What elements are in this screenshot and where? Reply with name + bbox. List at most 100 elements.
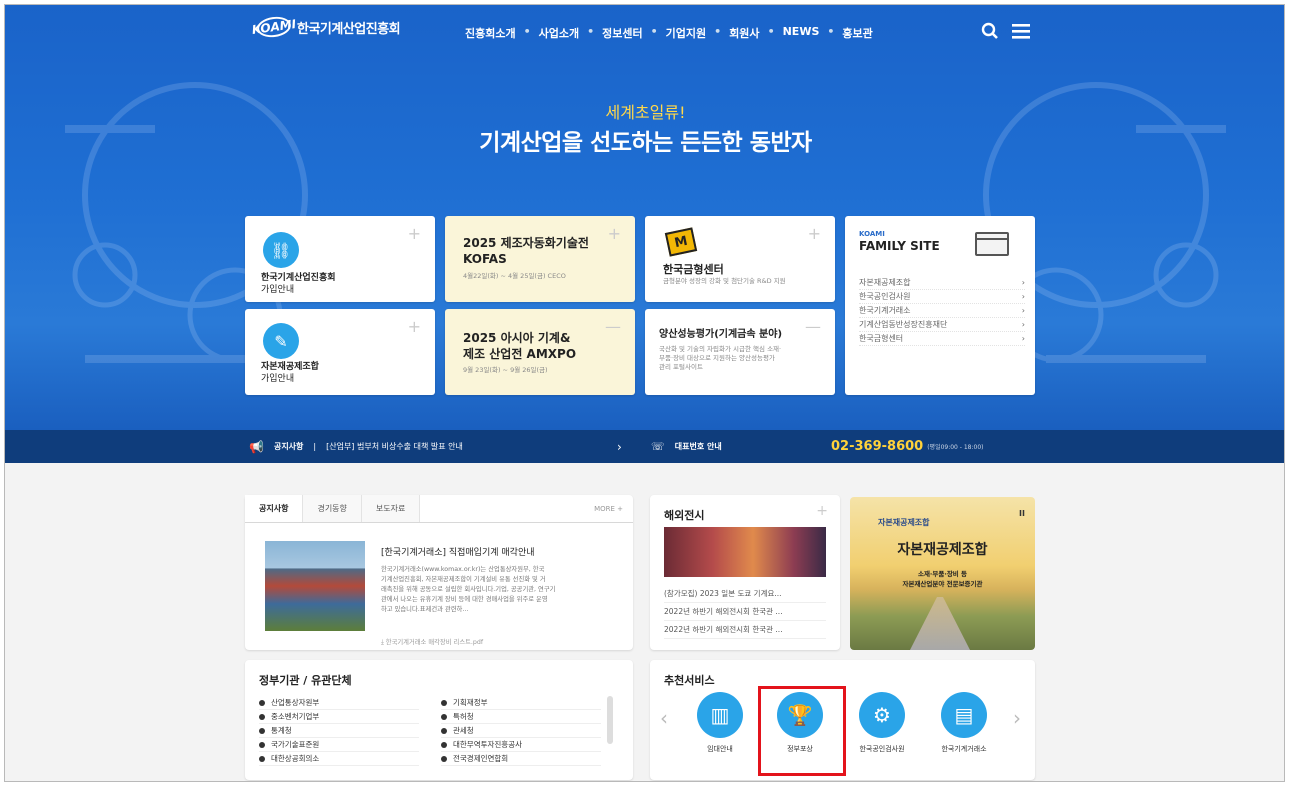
- nav-item-pr[interactable]: 홍보관: [834, 25, 880, 41]
- card-desc: 4월22일(화) ~ 4월 25일(금) CECO: [463, 272, 566, 280]
- hero-subtitle: 세계초일류!: [605, 103, 686, 122]
- tab-press-release[interactable]: 보도자료: [361, 495, 421, 522]
- org-link[interactable]: 중소벤처기업부: [259, 710, 419, 724]
- org-link[interactable]: 국가기술표준원: [259, 738, 419, 752]
- plus-icon: —: [605, 317, 621, 336]
- card-desc-line: 부품·장비 대상으로 지원하는 양산성능평가: [659, 354, 775, 362]
- chevron-left-icon[interactable]: ‹: [660, 706, 668, 730]
- card-desc: 9월 23일(화) ~ 9월 26일(금): [463, 366, 548, 374]
- nav-item-business[interactable]: 사업소개: [531, 25, 587, 41]
- pause-icon[interactable]: II: [1019, 509, 1025, 518]
- machine-exchange-icon: ▤: [941, 692, 987, 738]
- nav-item-company-support[interactable]: 기업지원: [658, 25, 714, 41]
- tab-economic-trends[interactable]: 경기동향: [303, 495, 362, 522]
- mold-center-logo-icon: M: [664, 227, 698, 257]
- wrench-icon: ✎: [263, 323, 299, 359]
- card-sublabel: 가입안내: [261, 285, 295, 295]
- overseas-item[interactable]: 2022년 하반기 해외전시회 한국관 ...: [664, 621, 826, 639]
- notice-text[interactable]: [산업부] 범부처 비상수출 대책 발표 안내: [326, 441, 463, 452]
- window-icon: [975, 232, 1009, 256]
- banner-subtitle: 소재·부품·장비 등 자본재산업분야 전문보증기관: [850, 569, 1035, 589]
- banner-logo: 자본재공제조합: [878, 518, 930, 527]
- tab-notice[interactable]: 공지사항: [245, 495, 304, 522]
- news-tabs: 공지사항 경기동향 보도자료 MORE +: [245, 495, 633, 523]
- org-link[interactable]: 전국경제인연합회: [441, 752, 601, 766]
- card-title: 한국금형센터: [663, 263, 724, 276]
- card-desc: 금형분야 성장의 강화 및 첨단기술 R&D 지원: [663, 277, 786, 285]
- orgs-panel: 정부기관 / 유관단체 산업통상자원부 중소벤처기업부 통계청 국가기술표준원 …: [245, 660, 633, 780]
- news-desc-line: 기계산업진흥회, 자본재공제조합이 기계설비 유통 선진화 및 거: [381, 576, 546, 583]
- quick-card-koami-join[interactable]: + ⛓ 한국기계산업진흥회 가입안내: [245, 216, 435, 302]
- family-site-item[interactable]: 한국금형센터 ›: [859, 332, 1025, 346]
- overseas-item[interactable]: 2022년 하반기 해외전시회 한국관 ...: [664, 603, 826, 621]
- browser-viewport: KOAMI 한국기계산업진흥회 진흥회소개 • 사업소개 • 정보센터 • 기업지원 •…: [4, 4, 1285, 782]
- overseas-image[interactable]: [664, 527, 826, 577]
- quick-card-kofas[interactable]: + 2025 제조자동화기술전 KOFAS 4월22일(화) ~ 4월 25일(…: [445, 216, 635, 302]
- koami-logo-mark: KOAMI: [251, 14, 297, 40]
- news-title[interactable]: [한국기계거래소] 직접매입기계 매각안내: [381, 545, 535, 558]
- quick-card-mass-production-eval[interactable]: — 양산성능평가(기계금속 분야) 국산화 및 기술의 자립화가 시급한 핵심 …: [645, 309, 835, 395]
- plus-icon: +: [807, 224, 821, 243]
- notice-bar: 📢 공지사항 | [산업부] 범부처 비상수출 대책 발표 안내 › ☏ 대표번…: [5, 430, 1284, 463]
- news-desc: 한국기계거래소(www.komax.or.kr)는 산업통상자원부, 한국 기계…: [381, 565, 611, 615]
- main-nav: 진흥회소개 • 사업소개 • 정보센터 • 기업지원 • 회원사 • NEWS • 홍보관: [457, 25, 881, 41]
- card-sublabel: 가입안내: [261, 374, 295, 384]
- family-site-item[interactable]: 자본재공제조합 ›: [859, 276, 1025, 290]
- notice-ticker[interactable]: 📢 공지사항 | [산업부] 범부처 비상수출 대책 발표 안내: [249, 430, 463, 463]
- org-link[interactable]: 통계청: [259, 724, 419, 738]
- org-link[interactable]: 관세청: [441, 724, 601, 738]
- quick-card-mold-center[interactable]: + M 한국금형센터 금형분야 성장의 강화 및 첨단기술 R&D 지원: [645, 216, 835, 302]
- banner-subtitle-line: 자본재산업분야 전문보증기관: [902, 580, 983, 588]
- orgs-list-left: 산업통상자원부 중소벤처기업부 통계청 국가기술표준원 대한상공회의소: [259, 696, 419, 766]
- service-inspection[interactable]: ⚙ 한국공인검사원: [846, 692, 918, 754]
- overseas-item[interactable]: (참가모집) 2023 일본 도쿄 기계요...: [664, 585, 826, 603]
- card-title: 양산성능평가(기계금속 분야): [659, 329, 783, 340]
- service-label: 한국공인검사원: [859, 745, 905, 753]
- search-icon[interactable]: [981, 22, 999, 40]
- nav-item-members[interactable]: 회원사: [721, 25, 767, 41]
- services-title: 추천서비스: [664, 674, 715, 687]
- hero-section: KOAMI 한국기계산업진흥회 진흥회소개 • 사업소개 • 정보센터 • 기업지원 •…: [5, 5, 1284, 430]
- nav-item-about[interactable]: 진흥회소개: [457, 25, 524, 41]
- hero-title: 기계산업을 선도하는 든든한 동반자: [479, 130, 812, 156]
- menu-icon[interactable]: [1011, 22, 1031, 40]
- org-link[interactable]: 산업통상자원부: [259, 696, 419, 710]
- family-site-item[interactable]: 기계산업동반성장진흥재단 ›: [859, 318, 1025, 332]
- news-panel: 공지사항 경기동향 보도자료 MORE + [한국기계거래소] 직접매입기계 매…: [245, 495, 633, 650]
- card-title-2: 제조 산업전 AMXPO: [463, 347, 577, 361]
- family-site-item[interactable]: 한국공인검사원 ›: [859, 290, 1025, 304]
- road-illustration: [910, 597, 970, 650]
- separator: |: [313, 442, 317, 451]
- plus-icon: +: [607, 224, 621, 243]
- quick-card-amxpo[interactable]: — 2025 아시아 기계& 제조 산업전 AMXPO 9월 23일(화) ~ …: [445, 309, 635, 395]
- orgs-scrollbar[interactable]: [607, 696, 613, 744]
- chevron-right-icon[interactable]: ›: [617, 430, 622, 463]
- plus-icon[interactable]: +: [816, 503, 828, 519]
- org-link[interactable]: 대한무역투자진흥공사: [441, 738, 601, 752]
- overseas-panel: + 해외전시 (참가모집) 2023 일본 도쿄 기계요... 2022년 하반…: [650, 495, 840, 650]
- phone-number: 02-369-8600: [831, 439, 924, 454]
- capital-goods-banner[interactable]: 자본재공제조합 II 자본재공제조합 소재·부품·장비 등 자본재산업분야 전문…: [850, 497, 1035, 650]
- megaphone-icon: 📢: [249, 439, 264, 454]
- nav-item-news[interactable]: NEWS: [775, 25, 828, 41]
- news-attachment[interactable]: ⤓ 한국기계거래소 매각장비 리스트.pdf: [381, 637, 483, 647]
- org-link[interactable]: 특허청: [441, 710, 601, 724]
- card-desc-line: 국산화 및 기술의 자립화가 시급한 핵심 소재·: [659, 345, 782, 353]
- site-logo[interactable]: KOAMI 한국기계산업진흥회: [251, 14, 401, 40]
- family-site-item[interactable]: 한국기계거래소 ›: [859, 304, 1025, 318]
- service-rental[interactable]: ▥ 임대안내: [684, 692, 756, 754]
- news-thumbnail[interactable]: [265, 541, 365, 631]
- card-title: 2025 제조자동화기술전: [463, 236, 589, 250]
- plus-icon: +: [407, 317, 421, 336]
- org-link[interactable]: 기획재정부: [441, 696, 601, 710]
- service-machine-exchange[interactable]: ▤ 한국기계거래소: [928, 692, 1000, 754]
- org-link[interactable]: 대한상공회의소: [259, 752, 419, 766]
- banner-title: 자본재공제조합: [897, 542, 988, 558]
- more-link[interactable]: MORE +: [594, 495, 633, 522]
- quick-card-capital-goods-join[interactable]: + ✎ 자본재공제조합 가입안내: [245, 309, 435, 395]
- nav-item-info-center[interactable]: 정보센터: [594, 25, 650, 41]
- news-desc-line: 하고 있습니다.표제건과 관련하...: [381, 606, 469, 613]
- business-hours: (평일09:00 - 18:00): [927, 444, 984, 451]
- inspection-icon: ⚙: [859, 692, 905, 738]
- chevron-right-icon[interactable]: ›: [1013, 706, 1021, 730]
